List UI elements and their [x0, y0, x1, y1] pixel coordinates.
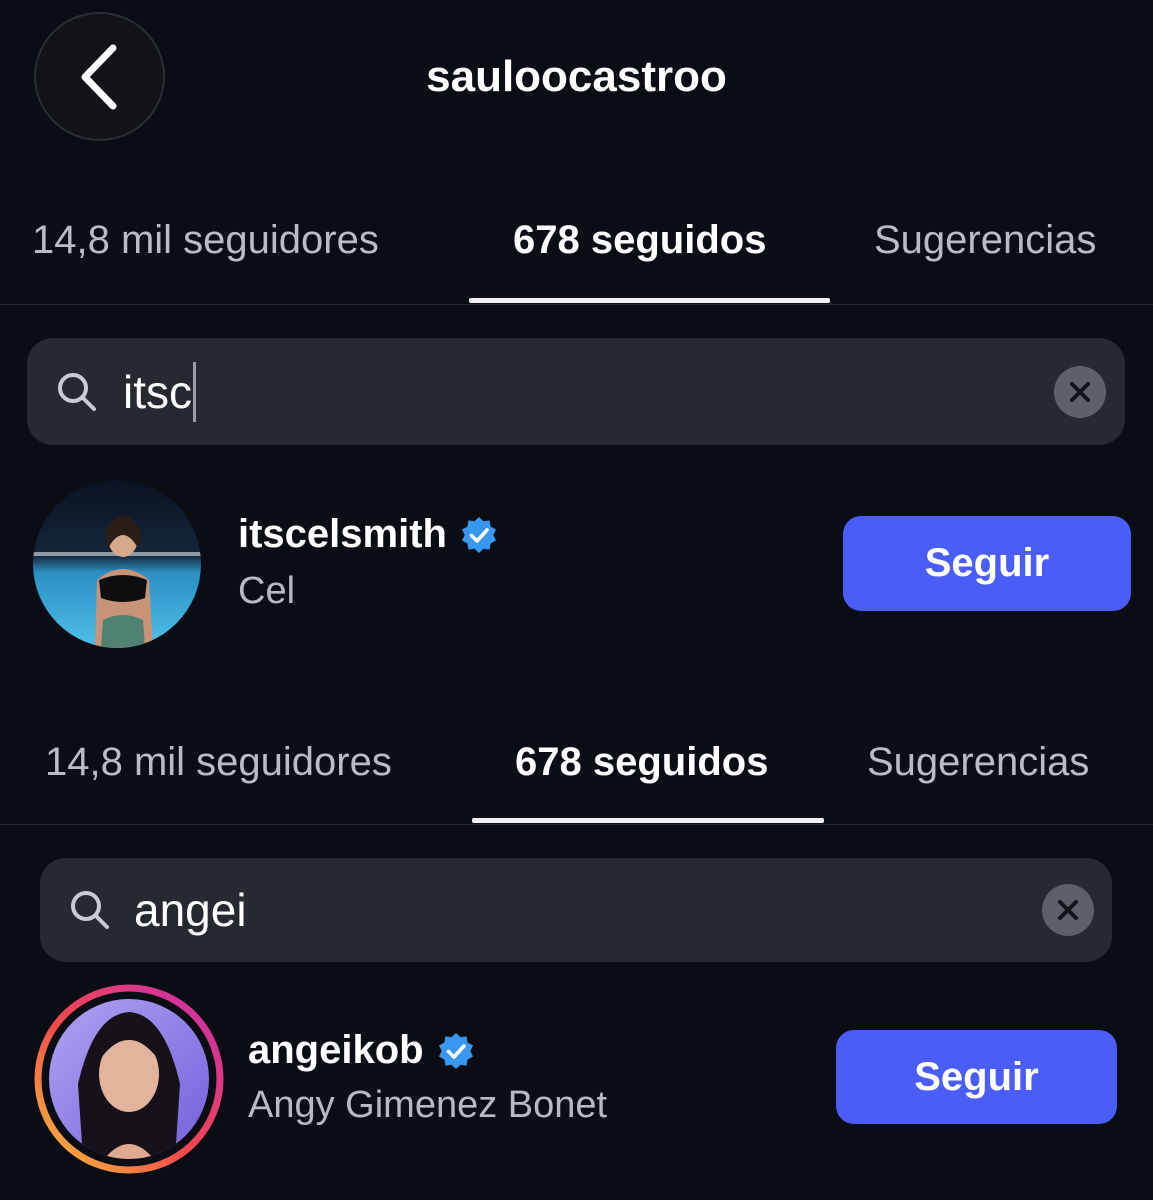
tab-following[interactable]: 678 seguidos [513, 218, 766, 263]
username[interactable]: itscelsmith [238, 512, 447, 557]
avatar[interactable] [34, 984, 224, 1174]
active-tab-indicator [472, 818, 824, 823]
close-icon [1070, 381, 1090, 402]
tab-followers[interactable]: 14,8 mil seguidores [32, 218, 379, 263]
list-item[interactable]: itscelsmith Cel Seguir [0, 470, 1153, 660]
tabs-divider [0, 824, 1153, 825]
search-query: angei [134, 884, 247, 936]
follow-button[interactable]: Seguir [836, 1030, 1117, 1124]
search-input[interactable]: angei [40, 858, 1112, 962]
follow-button[interactable]: Seguir [843, 516, 1131, 611]
close-icon [1058, 900, 1078, 920]
tabs-divider [0, 304, 1153, 305]
verified-badge-icon [438, 1032, 473, 1069]
search-icon [55, 371, 99, 413]
active-tab-indicator [469, 298, 830, 303]
tab-suggestions[interactable]: Sugerencias [867, 740, 1089, 785]
full-name: Cel [238, 570, 296, 612]
full-name: Angy Gimenez Bonet [248, 1084, 608, 1126]
username[interactable]: angeikob [248, 1028, 424, 1073]
clear-search-button[interactable] [1054, 365, 1106, 418]
text-caret [193, 361, 196, 422]
verified-badge-icon [461, 516, 496, 553]
search-query: itsc [123, 365, 192, 418]
avatar[interactable] [33, 480, 201, 648]
search-input[interactable]: itsc [27, 338, 1125, 445]
list-item[interactable]: angeikob Angy Gimenez Bonet Seguir [0, 980, 1153, 1180]
tab-following[interactable]: 678 seguidos [515, 740, 768, 785]
tab-followers[interactable]: 14,8 mil seguidores [45, 740, 392, 785]
page-title: sauloocastroo [426, 52, 727, 101]
tab-suggestions[interactable]: Sugerencias [874, 218, 1096, 263]
search-icon [68, 889, 112, 931]
clear-search-button[interactable] [1042, 884, 1094, 936]
